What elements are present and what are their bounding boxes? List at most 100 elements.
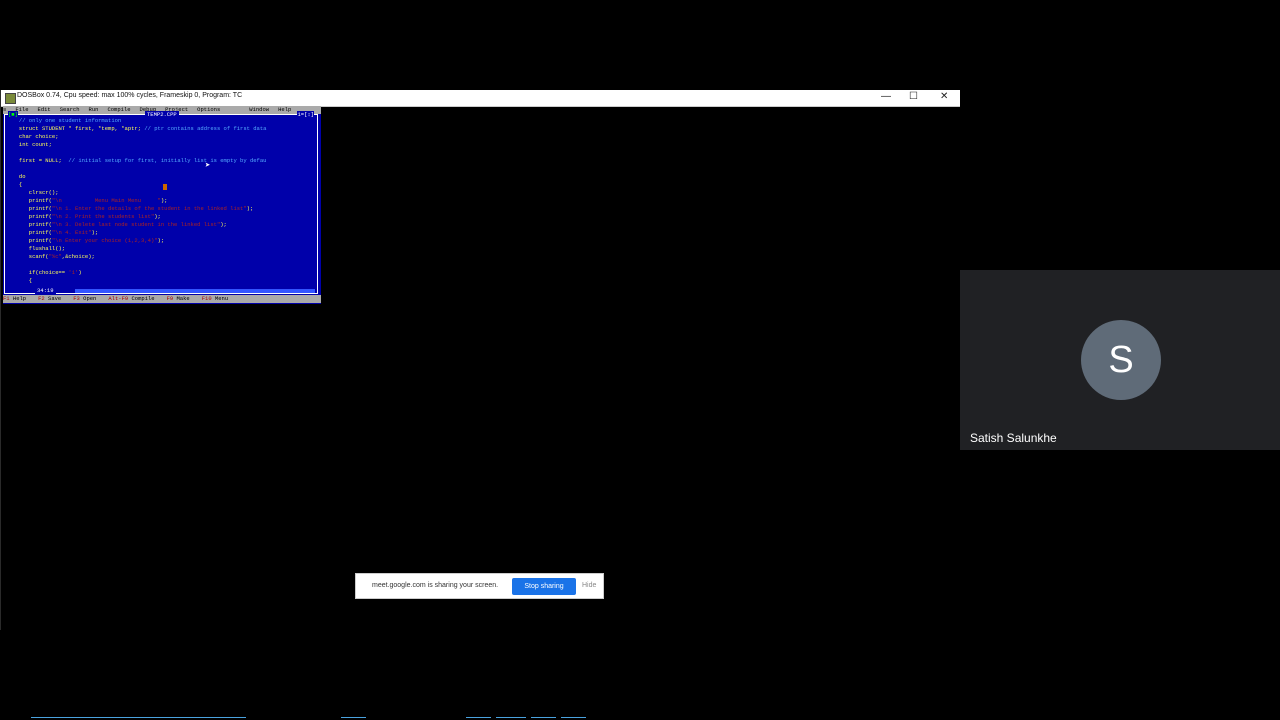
code-line[interactable]: printf("\n 3. Delete last node student i… [9, 221, 266, 229]
minimize-button[interactable]: — [881, 91, 891, 103]
menu-item[interactable]: Window [249, 106, 269, 113]
menu-item[interactable]: Run [89, 106, 99, 113]
code-line[interactable]: clrscr(); [9, 189, 266, 197]
code-token: ); [91, 229, 99, 236]
code-token: // ptr contains address of first data [144, 125, 267, 132]
taskbar-indicator [31, 717, 246, 718]
taskbar-indicator [561, 717, 586, 718]
turbo-c-editor[interactable]: ≡ File Edit Search Run Compile Debug Project Opt… [3, 106, 321, 304]
code-line[interactable]: printf("\n 2. Print the students list"); [9, 213, 266, 221]
code-token: char choice; [9, 133, 59, 140]
code-token: ); [220, 221, 227, 228]
share-message: meet.google.com is sharing your screen. [372, 582, 499, 589]
code-line[interactable]: int count; [9, 141, 266, 149]
code-line[interactable]: struct STUDENT * first, *temp, *aptr; //… [9, 125, 267, 133]
code-token: do [9, 173, 26, 180]
code-token: printf( [9, 213, 52, 220]
code-token: clrscr(); [9, 189, 59, 196]
code-line[interactable]: char choice; [9, 133, 266, 141]
code-token: // initial setup for first, initially li… [68, 157, 267, 164]
text-cursor [163, 184, 167, 190]
status-key: F1 [3, 295, 10, 302]
status-item: F10 Menu [202, 295, 234, 302]
participants-panel: S Satish Salunkhe [960, 0, 1280, 720]
dosbox-titlebar[interactable]: DOSBox 0.74, Cpu speed: max 100% cycles,… [1, 90, 961, 107]
source-code[interactable]: // only one student information struct S… [9, 117, 267, 285]
code-token: ) [78, 269, 82, 276]
code-token: ,&choice); [61, 253, 95, 260]
code-token: "\n 4. Exit" [51, 229, 92, 236]
code-line[interactable]: first = NULL; // initial setup for first… [9, 157, 267, 165]
taskbar-indicator [531, 717, 556, 718]
code-token: "\n Menu Main Menu " [51, 197, 161, 204]
code-token: printf( [9, 237, 52, 244]
hide-button[interactable]: Hide [582, 582, 596, 589]
code-line[interactable]: printf("\n 1. Enter the details of the s… [9, 205, 266, 213]
dosbox-title: DOSBox 0.74, Cpu speed: max 100% cycles,… [17, 92, 243, 99]
code-line[interactable]: { [9, 181, 266, 189]
shared-screen-area: DOSBox 0.74, Cpu speed: max 100% cycles,… [0, 0, 962, 720]
code-line[interactable]: { [9, 277, 266, 285]
status-label: Help [9, 295, 27, 302]
code-token: printf( [9, 221, 52, 228]
status-label: Menu [211, 295, 229, 302]
code-token: printf( [9, 205, 52, 212]
status-label: Open [79, 295, 97, 302]
participant-name: Satish Salunkhe [970, 431, 1057, 445]
code-token: { [9, 181, 23, 188]
taskbar-strip [1, 716, 961, 720]
menu-item[interactable]: Help [278, 106, 291, 113]
code-token: ); [160, 197, 168, 204]
code-line[interactable]: // only one student information [9, 117, 266, 125]
dosbox-app-icon [5, 93, 16, 104]
code-token: if(choice== [9, 269, 69, 276]
code-line[interactable] [9, 261, 266, 269]
editor-frame[interactable]: [■] TEMP2.CPP 1=[↕] // only one student … [4, 111, 318, 295]
turbo-c-statusbar: F1 Help F2 Save F3 Open Alt-F9 Compile F9 Ma… [3, 295, 321, 303]
code-line[interactable] [9, 165, 266, 173]
participant-tile[interactable]: S Satish Salunkhe [960, 270, 1280, 450]
status-label: Compile [128, 295, 155, 302]
screen-share-bar: meet.google.com is sharing your screen. … [355, 573, 604, 599]
taskbar-indicator [496, 717, 526, 718]
code-token: struct STUDENT * first, *temp, *aptr; [9, 125, 145, 132]
maximize-button[interactable]: ☐ [909, 91, 918, 103]
code-token: // only one student information [9, 117, 122, 124]
horizontal-scrollbar[interactable] [75, 289, 315, 293]
code-line[interactable]: do [9, 173, 266, 181]
code-line[interactable]: flushall(); [9, 245, 266, 253]
code-token: ); [157, 237, 165, 244]
menu-item[interactable]: Edit [38, 106, 51, 113]
code-line[interactable] [9, 149, 266, 157]
code-token: printf( [9, 229, 52, 236]
avatar: S [1081, 320, 1161, 400]
taskbar-indicator [341, 717, 366, 718]
status-item: Alt-F9 Compile [108, 295, 160, 302]
close-button[interactable]: ✕ [940, 91, 948, 103]
code-line[interactable]: printf("\n Menu Main Menu "); [9, 197, 266, 205]
status-item: F2 Save [38, 295, 67, 302]
status-key: F10 [201, 295, 212, 302]
menu-item[interactable]: Options [197, 106, 220, 113]
code-line[interactable]: printf("\n 4. Exit"); [9, 229, 266, 237]
code-token: int count; [9, 141, 52, 148]
code-token: "\n 3. Delete last node student in the l… [51, 221, 221, 228]
menu-item[interactable]: ≡ [3, 106, 6, 113]
status-item: F1 Help [3, 295, 32, 302]
dosbox-window[interactable]: DOSBox 0.74, Cpu speed: max 100% cycles,… [0, 90, 962, 718]
code-line[interactable]: if(choice== '1') [9, 269, 266, 277]
taskbar-indicator [466, 717, 491, 718]
status-key: F3 [73, 295, 80, 302]
stop-sharing-button[interactable]: Stop sharing [512, 578, 576, 595]
menu-item[interactable]: Compile [107, 106, 130, 113]
code-token: "\n 2. Print the students list" [51, 213, 155, 220]
code-line[interactable]: printf("\n Enter your choice (1,2,3,4)")… [9, 237, 266, 245]
mouse-pointer-icon: ➤ [205, 161, 211, 171]
code-token: printf( [9, 197, 52, 204]
menu-item[interactable]: Search [60, 106, 80, 113]
code-token: "\n Enter your choice (1,2,3,4)" [51, 237, 158, 244]
status-label: Make [173, 295, 190, 302]
status-key: F2 [38, 295, 45, 302]
code-line[interactable]: scanf("%c",&choice); [9, 253, 266, 261]
editor-window-number[interactable]: 1=[↕] [297, 111, 314, 119]
